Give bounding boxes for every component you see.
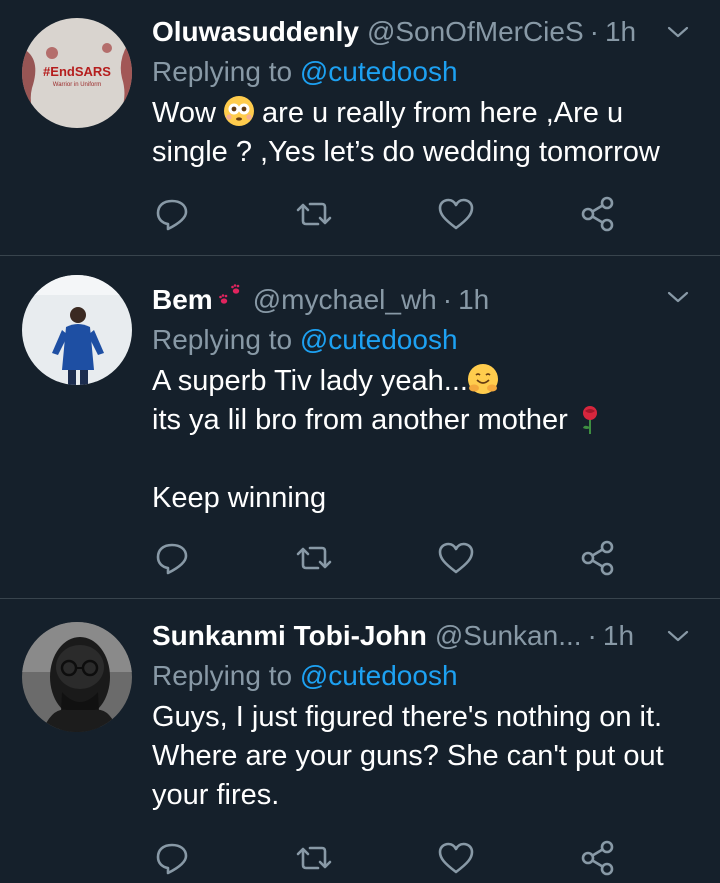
tweet-text-line: your fires. <box>152 779 280 811</box>
like-icon[interactable] <box>436 538 476 578</box>
share-icon[interactable] <box>578 194 618 234</box>
replying-to: Replying to @cutedoosh <box>152 54 700 90</box>
user-handle[interactable]: @SonOfMerCieS <box>367 14 584 50</box>
avatar[interactable]: #EndSARS Warrior in Uniform <box>22 18 132 128</box>
tweet-header: Sunkanmi Tobi-John @Sunkan... · 1h <box>152 618 700 654</box>
like-icon[interactable] <box>436 194 476 234</box>
user-handle[interactable]: @mychael_wh <box>253 282 437 318</box>
tweet-actions <box>152 194 642 234</box>
avatar-endsars-text: #EndSARS <box>43 64 111 79</box>
reply-icon[interactable] <box>152 838 192 878</box>
replying-label: Replying to <box>152 660 293 691</box>
timestamp: 1h <box>602 620 635 651</box>
replying-label: Replying to <box>152 56 293 87</box>
rose-emoji <box>576 403 604 435</box>
hugging-face-emoji <box>467 364 498 394</box>
separator-dot: · <box>587 620 597 651</box>
tweet-text-line: its ya lil bro from another mother <box>152 404 576 436</box>
tweet-text-line: single ? ,Yes let’s do wedding tomorrow <box>152 136 660 168</box>
avatar-endsars-subtext: Warrior in Uniform <box>53 82 101 88</box>
tweet-1[interactable]: #EndSARS Warrior in Uniform Oluwasuddenl… <box>0 0 720 256</box>
share-icon[interactable] <box>578 838 618 878</box>
retweet-icon[interactable] <box>294 194 334 234</box>
like-icon[interactable] <box>436 838 476 878</box>
retweet-icon[interactable] <box>294 838 334 878</box>
avatar-image-person <box>22 275 132 385</box>
tweet-text: Wow are u really from here ,Are u single… <box>152 94 700 172</box>
chevron-down-icon[interactable] <box>664 622 692 650</box>
tweet-text-line: Guys, I just figured there's nothing on … <box>152 701 663 733</box>
display-name[interactable]: Oluwasuddenly <box>152 14 359 50</box>
separator-dot: · <box>589 16 599 47</box>
mention-link[interactable]: @cutedoosh <box>300 324 458 355</box>
display-name[interactable]: Bem <box>152 282 213 318</box>
replying-label: Replying to <box>152 324 293 355</box>
tweet-text-segment: Wow <box>152 97 224 129</box>
paw-prints-emoji <box>215 279 245 309</box>
tweet-text-line: A superb Tiv lady yeah... <box>152 365 468 397</box>
avatar-image-endsars: #EndSARS Warrior in Uniform <box>22 18 132 128</box>
flushed-face-emoji <box>223 96 254 126</box>
tweet-text-line: Keep winning <box>152 482 327 514</box>
reply-icon[interactable] <box>152 194 192 234</box>
timestamp: 1h <box>604 16 637 47</box>
tweet-header: Oluwasuddenly @SonOfMerCieS · 1h <box>152 14 700 50</box>
tweet-2[interactable]: Bem @mychael_wh · 1h Replying to @cutedo… <box>0 255 720 599</box>
tweet-3[interactable]: Sunkanmi Tobi-John @Sunkan... · 1h Reply… <box>0 598 720 876</box>
mention-link[interactable]: @cutedoosh <box>300 56 458 87</box>
tweet-text: Guys, I just figured there's nothing on … <box>152 698 700 815</box>
separator-dot: · <box>442 284 453 315</box>
user-handle[interactable]: @Sunkan... <box>435 618 582 654</box>
avatar[interactable] <box>22 275 132 385</box>
display-name[interactable]: Sunkanmi Tobi-John <box>152 618 427 654</box>
share-icon[interactable] <box>578 538 618 578</box>
tweet-text-segment: are u really from here ,Are u <box>253 97 624 129</box>
mention-link[interactable]: @cutedoosh <box>300 660 458 691</box>
reply-icon[interactable] <box>152 538 192 578</box>
avatar[interactable] <box>22 622 132 732</box>
tweet-text-line: Where are your guns? She can't put out <box>152 740 664 772</box>
timestamp: 1h <box>458 284 490 315</box>
replying-to: Replying to @cutedoosh <box>152 322 700 358</box>
tweet-actions <box>152 838 642 878</box>
retweet-icon[interactable] <box>294 538 334 578</box>
tweet-text: A superb Tiv lady yeah... its ya lil bro… <box>152 362 700 518</box>
avatar-image-person-glasses <box>22 622 132 732</box>
tweet-actions <box>152 538 642 578</box>
replying-to: Replying to @cutedoosh <box>152 658 700 694</box>
chevron-down-icon[interactable] <box>664 18 692 46</box>
tweet-header: Bem @mychael_wh · 1h <box>152 279 700 318</box>
chevron-down-icon[interactable] <box>664 283 692 311</box>
